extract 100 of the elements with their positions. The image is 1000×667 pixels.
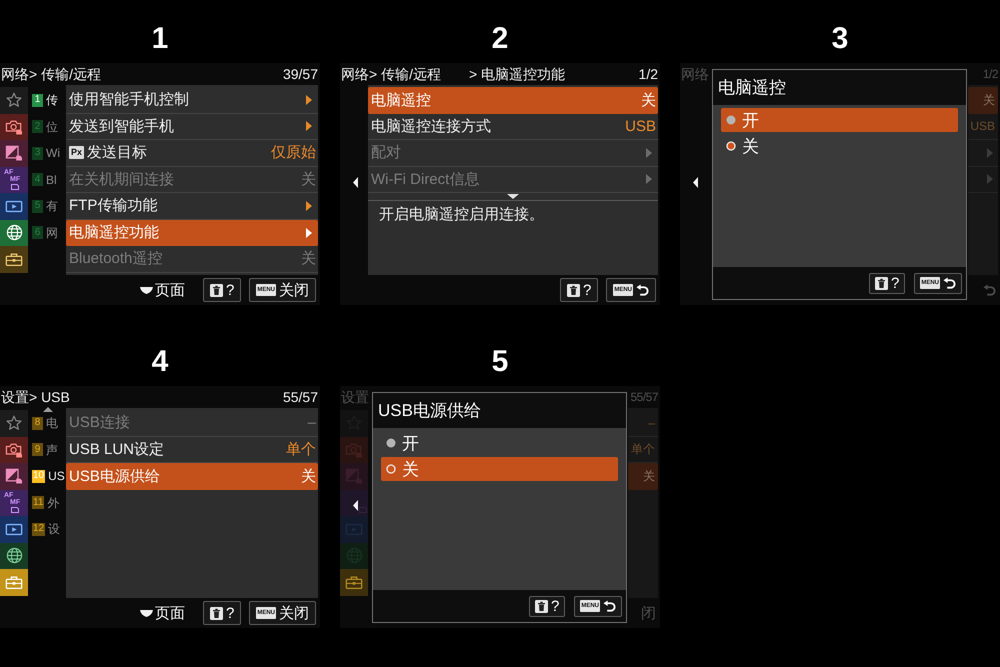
menu-item[interactable]: 使用智能手机控制	[66, 87, 318, 114]
group-tab[interactable]: 5 有	[28, 193, 66, 220]
category-tab[interactable]	[340, 490, 368, 516]
number-badge: 12	[32, 522, 46, 536]
category-tab[interactable]	[0, 193, 28, 220]
dialog-title: USB电源供给	[373, 393, 626, 428]
group-tab[interactable]: 9 声	[28, 436, 66, 463]
back-arrow-icon	[636, 284, 649, 296]
menu-item[interactable]: 关	[628, 463, 658, 490]
category-tab[interactable]	[0, 220, 28, 246]
trash-icon	[566, 284, 580, 296]
group-tab[interactable]: 1 传	[28, 87, 66, 114]
setting-value: 关	[983, 94, 995, 106]
panel-number: 3	[832, 24, 848, 54]
description-text: 开启电脑遥控启用连接。	[379, 206, 544, 224]
option-item[interactable]: 关	[381, 457, 618, 481]
help-button[interactable]: ?	[202, 278, 242, 302]
trash-icon	[210, 284, 223, 296]
breadcrumb-text: 网络> 传输/远程	[341, 67, 441, 81]
setting-value: –	[648, 416, 655, 429]
category-tab[interactable]	[0, 516, 28, 542]
menu-item[interactable]: 关	[968, 87, 998, 114]
help-button[interactable]: ?	[528, 596, 566, 616]
toolbox-icon	[5, 574, 23, 590]
number-badge: 4	[32, 173, 43, 186]
number-badge: 1	[32, 94, 43, 107]
group-tab[interactable]: 11 外	[28, 490, 66, 516]
menu-item[interactable]: Px 发送目标 仅原始	[66, 140, 318, 166]
right-arrow-icon	[306, 200, 312, 211]
category-tab[interactable]	[0, 246, 28, 272]
page-counter: 39/57	[282, 67, 318, 81]
right-arrow-icon	[987, 174, 993, 184]
star-icon	[6, 92, 22, 108]
page-hint: 页面	[154, 606, 185, 620]
toolbox-icon	[5, 252, 23, 267]
playback-icon	[5, 200, 23, 213]
back-arrow-icon	[943, 276, 956, 290]
setting-value: 关	[301, 468, 316, 484]
option-item[interactable]: 开	[721, 108, 958, 132]
option-item[interactable]: 关	[721, 134, 958, 158]
back-arrow-icon	[603, 600, 616, 612]
page-counter: 1/2	[638, 67, 658, 81]
menu-item[interactable]: 发送到智能手机	[66, 114, 318, 140]
camera-icon	[5, 118, 23, 135]
right-arrow-icon	[306, 94, 312, 105]
option-item[interactable]: 开	[381, 431, 618, 455]
category-tab[interactable]	[0, 542, 28, 569]
page-hint: 页面	[154, 282, 185, 298]
category-tab[interactable]	[0, 114, 28, 140]
setting-value: 关	[301, 251, 316, 266]
camera-icon	[5, 442, 23, 458]
panel-number: 2	[492, 24, 508, 54]
exposure-icon	[5, 145, 23, 162]
breadcrumb-text: 网络	[681, 67, 709, 81]
group-tab[interactable]: 12 设	[28, 516, 66, 542]
exposure-icon	[5, 468, 23, 484]
globe-icon	[6, 547, 22, 564]
card-icon	[11, 507, 19, 514]
number-badge: 3	[32, 146, 43, 160]
menu-item[interactable]: 电脑遥控 关	[368, 87, 658, 114]
group-tab[interactable]: 6 网	[28, 220, 66, 246]
group-tab[interactable]: 2 位	[28, 114, 66, 140]
breadcrumb-text: 设置> USB	[1, 390, 70, 404]
help-button[interactable]: ?	[560, 278, 598, 302]
setting-value: 单个	[286, 442, 316, 457]
trash-icon	[534, 600, 548, 612]
page-counter: 55/57	[630, 391, 658, 403]
camera-icon	[345, 442, 363, 458]
setting-value: 关	[301, 172, 316, 187]
group-tab[interactable]: 4 Bl	[28, 166, 66, 193]
setting-value: 关	[641, 92, 656, 108]
right-arrow-icon	[306, 121, 312, 132]
number-badge: 6	[32, 226, 43, 240]
playback-icon	[5, 522, 23, 536]
help-button[interactable]: ?	[868, 272, 906, 294]
group-tab[interactable]: 3 Wi	[28, 140, 66, 166]
category-tab[interactable]	[0, 140, 28, 166]
help-button[interactable]: ?	[202, 601, 242, 625]
panel-number: 5	[492, 347, 508, 377]
category-tab[interactable]	[0, 436, 28, 463]
group-tab[interactable]: 10 US	[28, 463, 66, 490]
number-badge: 8	[32, 416, 43, 430]
menu-item[interactable]: 电脑遥控功能	[66, 220, 318, 246]
right-arrow-icon	[646, 148, 652, 158]
group-tab[interactable]: 8 电	[28, 410, 66, 436]
panel-number: 1	[152, 24, 168, 54]
category-tab[interactable]	[0, 463, 28, 490]
format-tag: Px	[69, 146, 84, 160]
number-badge: 2	[32, 120, 43, 134]
dialog-title: 电脑遥控	[713, 70, 966, 105]
menu-item[interactable]: USB电源供给 关	[66, 463, 318, 490]
wheel-down-icon	[140, 286, 153, 294]
playback-icon	[345, 522, 363, 536]
toolbox-icon	[345, 574, 363, 590]
number-badge: 5	[32, 200, 43, 213]
menu-item[interactable]: 电脑遥控连接方式 USB	[368, 114, 658, 140]
page-counter: 55/57	[282, 390, 318, 404]
right-arrow-icon	[646, 174, 652, 184]
setting-value: 仅原始	[271, 145, 316, 160]
right-arrow-icon	[306, 228, 312, 238]
